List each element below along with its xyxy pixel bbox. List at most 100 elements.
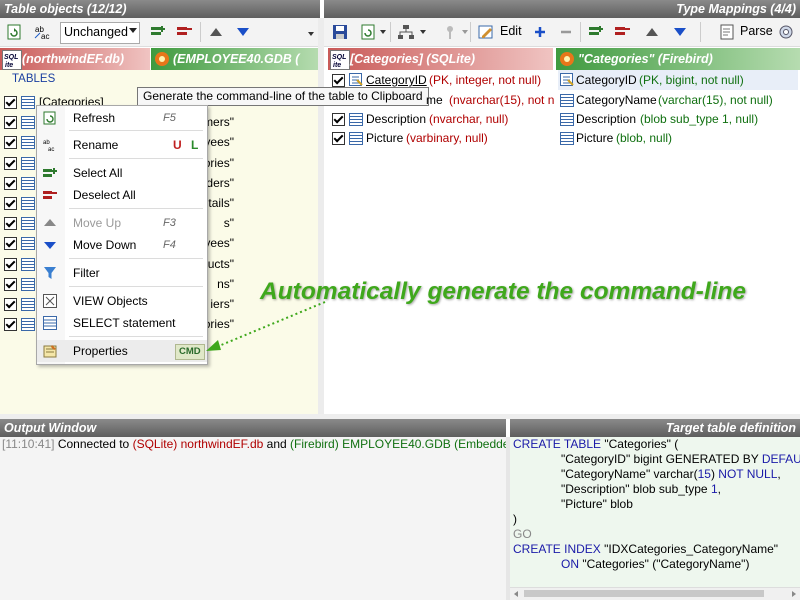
move-up-icon[interactable] [642, 22, 662, 42]
source-column-row[interactable]: CategoryID (PK, integer, not null) [330, 70, 554, 90]
target-definition-title-bar: Target table definition [510, 419, 800, 437]
target-definition-title: Target table definition [665, 421, 796, 435]
table-icon [21, 96, 35, 109]
settings-icon[interactable] [776, 22, 796, 42]
menu-item-select-statement[interactable]: SELECT statement [37, 312, 207, 334]
target-column-row[interactable]: Picture (blob, null) [558, 128, 798, 148]
svg-text:ac: ac [41, 32, 49, 40]
pk-column-icon [349, 73, 363, 86]
target-column-row[interactable]: Description (blob sub_type 1, null) [558, 109, 798, 129]
callout-text: Automatically generate the command-line [260, 278, 747, 305]
source-db-name: (northwindEF.db) [22, 52, 125, 66]
column-checkbox[interactable] [332, 74, 345, 87]
table-name: s" [223, 216, 234, 231]
move-up-icon [44, 219, 56, 226]
edit-icon[interactable] [476, 22, 496, 42]
table-icon [21, 298, 35, 311]
rename-upper-hint: U [173, 138, 182, 152]
view-icon [43, 294, 57, 308]
pk-column-icon [560, 73, 574, 86]
refresh-icon[interactable] [4, 22, 24, 42]
target-table-name: "Categories" (Firebird) [578, 52, 713, 66]
table-icon [43, 316, 57, 330]
table-checkbox[interactable] [4, 277, 17, 291]
table-checkbox[interactable] [4, 217, 17, 231]
svg-text:SQL: SQL [4, 54, 18, 61]
chevron-down-icon[interactable] [462, 30, 468, 34]
source-column-row[interactable]: Description (nvarchar, null) [330, 109, 554, 129]
parse-button[interactable]: Parse [740, 24, 773, 38]
remove-column-icon[interactable] [174, 22, 194, 42]
rename-lower-hint: L [191, 138, 199, 152]
refresh-mapping-icon[interactable] [358, 22, 378, 42]
sql-line-3: "CategoryName" varchar(15) NOT NULL, [561, 467, 781, 481]
table-checkbox[interactable] [4, 237, 17, 251]
menu-item-deselect-all[interactable]: Deselect All [37, 184, 207, 206]
add-column-icon[interactable] [148, 22, 168, 42]
move-down-icon[interactable] [233, 22, 253, 42]
scroll-right-icon[interactable] [792, 591, 796, 597]
target-column-row[interactable]: CategoryID (PK, bigint, not null) [558, 70, 798, 90]
svg-text:ite: ite [5, 62, 13, 69]
table-objects-title-bar: Table objects (12/12) [0, 0, 320, 18]
table-checkbox[interactable] [4, 197, 17, 210]
toolbar-overflow-icon[interactable] [308, 32, 314, 36]
target-column-row[interactable]: CategoryName (varchar(15), not null) [558, 90, 798, 110]
table-checkbox[interactable] [4, 136, 17, 150]
output-window-title: Output Window [4, 421, 97, 435]
mode-select[interactable]: Unchanged [60, 22, 140, 44]
remove-column-icon [43, 191, 57, 199]
parse-icon[interactable] [718, 22, 738, 42]
remove-icon[interactable] [556, 22, 576, 42]
remove-column-icon[interactable] [612, 22, 632, 42]
menu-item-select-all[interactable]: Select All [37, 162, 207, 184]
callout-arrow [206, 301, 326, 351]
sqlite-logo-icon: SQL ite [2, 50, 22, 70]
menu-item-filter[interactable]: Filter [37, 262, 207, 284]
menu-item-properties[interactable]: Properties CMD [37, 340, 207, 362]
rename-icon[interactable]: ab ac [33, 22, 53, 42]
key-icon[interactable] [440, 22, 460, 42]
splitter-vertical[interactable] [318, 18, 324, 418]
table-checkbox[interactable] [4, 96, 17, 109]
chevron-down-icon[interactable] [420, 30, 426, 34]
horizontal-scrollbar[interactable] [510, 587, 800, 600]
chevron-down-icon[interactable] [380, 30, 386, 34]
column-checkbox[interactable] [332, 113, 345, 126]
table-checkbox[interactable] [4, 298, 17, 311]
move-down-icon[interactable] [670, 22, 690, 42]
source-column-row[interactable]: me (nvarchar(15), not nu [330, 90, 554, 110]
menu-item-refresh[interactable]: Refresh F5 [37, 107, 207, 129]
table-checkbox[interactable] [4, 156, 17, 170]
scroll-left-icon[interactable] [514, 591, 518, 597]
type-mappings-title: Type Mappings (4/4) [676, 2, 796, 16]
edit-button[interactable]: Edit [500, 24, 522, 38]
save-icon[interactable] [330, 22, 350, 42]
menu-item-move-up[interactable]: Move Up F3 [37, 212, 207, 234]
table-checkbox[interactable] [4, 176, 17, 190]
menu-item-rename[interactable]: ab ac Rename U L [37, 134, 207, 156]
menu-item-move-down[interactable]: Move Down F4 [37, 234, 207, 256]
table-checkbox[interactable] [4, 318, 17, 332]
add-column-icon[interactable] [586, 22, 606, 42]
table-name: ucts" [207, 256, 234, 271]
table-checkbox[interactable] [4, 257, 17, 271]
mode-select-value: Unchanged [64, 25, 128, 39]
left-toolbar: ab ac Unchanged [0, 18, 320, 47]
move-up-icon[interactable] [206, 22, 226, 42]
table-icon [21, 318, 35, 332]
firebird-logo-icon [558, 50, 576, 68]
hierarchy-icon[interactable] [396, 22, 416, 42]
column-checkbox[interactable] [332, 132, 345, 145]
svg-text:ite: ite [333, 62, 341, 69]
sql-line-5: "Picture" blob [561, 497, 633, 511]
table-checkbox[interactable] [4, 116, 17, 130]
add-icon[interactable] [530, 22, 550, 42]
filter-icon [44, 267, 56, 279]
sqlite-logo-icon: SQL ite [330, 50, 350, 70]
source-column-row[interactable]: Picture (varbinary, null) [330, 128, 554, 148]
target-definition-panel: CREATE TABLE "Categories" ( "CategoryID"… [510, 437, 800, 600]
menu-item-view-objects[interactable]: VIEW Objects [37, 290, 207, 312]
scrollbar-thumb[interactable] [524, 590, 764, 597]
type-mappings-title-bar: Type Mappings (4/4) [324, 0, 800, 18]
